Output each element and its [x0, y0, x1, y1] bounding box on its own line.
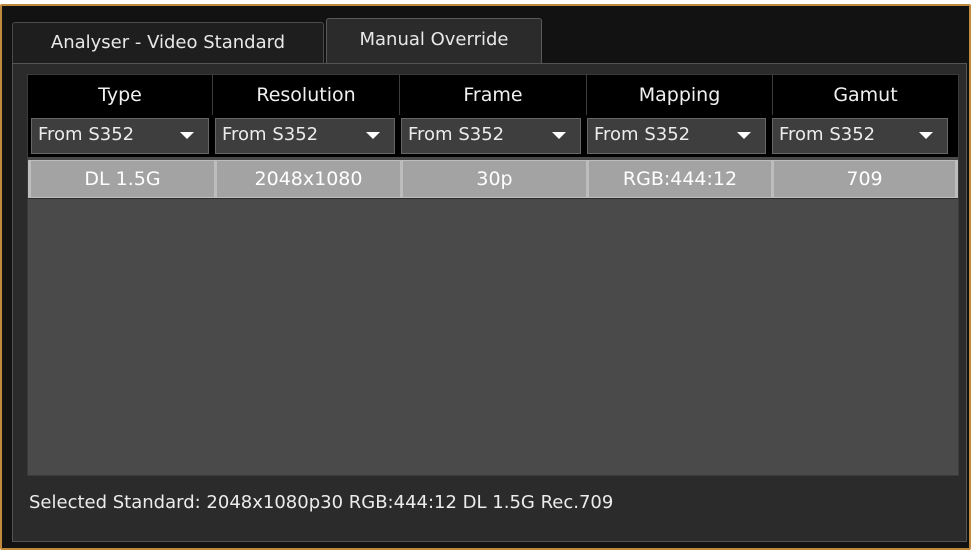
frame-value-cell[interactable]: 30p — [403, 161, 589, 197]
resolution-value-cell[interactable]: 2048x1080 — [217, 161, 403, 197]
chevron-down-icon — [366, 132, 380, 139]
column-header-gamut: Gamut — [833, 84, 898, 106]
table-header-row: Type Resolution Frame Mapping Gamut — [28, 75, 958, 115]
chevron-down-icon — [180, 132, 194, 139]
tab-bar: Analyser - Video Standard Manual Overrid… — [10, 16, 970, 65]
gamut-value-cell[interactable]: 709 — [774, 161, 955, 197]
chevron-down-icon — [919, 132, 933, 139]
type-dropdown-value: From S352 — [38, 124, 135, 145]
table-row-selected[interactable]: DL 1.5G 2048x1080 30p RGB:444:12 709 — [28, 160, 958, 199]
column-header-type: Type — [28, 75, 213, 115]
chevron-down-icon — [552, 132, 566, 139]
dropdown-row: From S352 From S352 From S352 From S352 … — [28, 115, 958, 157]
mapping-value-cell[interactable]: RGB:444:12 — [589, 161, 774, 197]
column-header-resolution: Resolution — [213, 75, 400, 115]
standard-table: Type Resolution Frame Mapping Gamut From… — [27, 74, 959, 476]
manual-override-panel: Type Resolution Frame Mapping Gamut From… — [12, 63, 967, 542]
mapping-dropdown[interactable]: From S352 — [587, 118, 766, 154]
tab-analyser-video-standard[interactable]: Analyser - Video Standard — [12, 22, 324, 63]
type-value-cell[interactable]: DL 1.5G — [31, 161, 217, 197]
gamut-dropdown-value: From S352 — [779, 124, 876, 145]
resolution-dropdown-value: From S352 — [222, 124, 319, 145]
type-dropdown[interactable]: From S352 — [31, 118, 209, 154]
selected-standard-status: Selected Standard: 2048x1080p30 RGB:444:… — [29, 492, 614, 513]
frame-dropdown[interactable]: From S352 — [401, 118, 581, 154]
mapping-dropdown-value: From S352 — [594, 124, 691, 145]
frame-dropdown-value: From S352 — [408, 124, 505, 145]
column-header-mapping: Mapping — [587, 75, 773, 115]
tab-manual-override[interactable]: Manual Override — [326, 18, 542, 65]
column-header-frame: Frame — [400, 75, 587, 115]
gamut-dropdown[interactable]: From S352 — [772, 118, 948, 154]
resolution-dropdown[interactable]: From S352 — [215, 118, 395, 154]
window-frame: Analyser - Video Standard Manual Overrid… — [0, 4, 971, 550]
chevron-down-icon — [737, 132, 751, 139]
